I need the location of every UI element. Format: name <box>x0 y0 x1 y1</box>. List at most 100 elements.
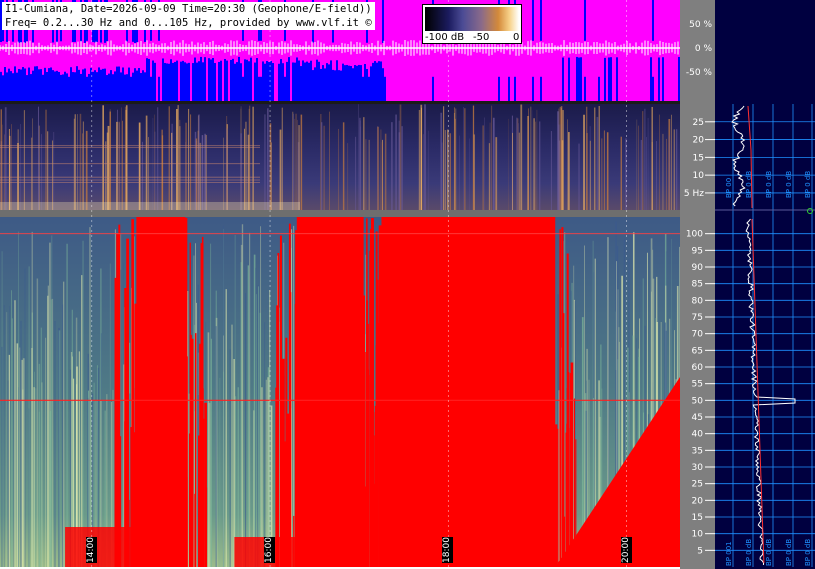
waveform-bar <box>8 68 10 101</box>
waveform-bar <box>532 76 534 101</box>
waveform-bar <box>278 63 280 101</box>
high-tick-label: 55 <box>692 380 703 390</box>
waveform-bar <box>360 65 362 101</box>
low-tick-label: 10 <box>693 171 705 181</box>
waveform-bar <box>382 0 384 43</box>
waveform-bar <box>118 66 120 101</box>
waveform-bar <box>308 62 310 101</box>
colorbar: -100 dB -50 0 <box>422 4 522 44</box>
high-tick-label: 15 <box>692 513 703 523</box>
waveform-bar <box>72 72 74 101</box>
waveform-tick-label: 0 % <box>695 44 713 54</box>
waveform-bar <box>146 58 148 101</box>
waveform-bar <box>204 57 206 101</box>
waveform-bar <box>102 68 104 101</box>
high-tick-label: 40 <box>692 430 704 440</box>
waveform-bar <box>232 58 234 101</box>
waveform-bar <box>372 62 374 101</box>
waveform-bar <box>540 76 542 101</box>
waveform-tick-label: 50 % <box>689 20 712 30</box>
time-label: 16:00 <box>264 537 276 563</box>
saturated-region <box>296 217 364 567</box>
waveform-bar <box>164 62 166 101</box>
high-tick-label: 75 <box>692 313 703 323</box>
waveform-bar <box>168 63 170 101</box>
waveform-bar <box>88 73 90 101</box>
high-tick-label: 90 <box>692 263 704 273</box>
waveform-bar <box>362 76 364 101</box>
waveform-bar <box>320 68 322 101</box>
waveform-bar <box>84 68 86 101</box>
waveform-bar <box>332 69 334 101</box>
waveform-bar <box>50 67 52 101</box>
panel-divider <box>0 210 680 217</box>
profile-bp-label: BP 0 dB <box>785 539 793 566</box>
waveform-bar <box>46 72 48 101</box>
profile-bp-label: BP 0 dB <box>765 171 773 198</box>
waveform-bar <box>52 70 54 101</box>
waveform-bar <box>318 61 320 101</box>
waveform-bar <box>370 66 372 101</box>
waveform-bar <box>66 73 68 101</box>
waveform-bar <box>268 62 270 101</box>
waveform-bar <box>212 58 214 101</box>
waveform-bar <box>172 62 174 101</box>
waveform-bar <box>652 0 654 41</box>
waveform-bar <box>218 61 220 101</box>
high-tick-label: 45 <box>692 413 703 423</box>
waveform-bar <box>148 58 150 101</box>
high-tick-label: 85 <box>692 280 703 290</box>
waveform-bar <box>304 62 306 101</box>
waveform-bar <box>180 61 182 101</box>
waveform-bar <box>224 58 226 101</box>
waveform-bar <box>38 69 40 101</box>
waveform-bar <box>108 73 110 101</box>
waveform-bar <box>114 71 116 101</box>
time-label: 18:00 <box>442 537 454 563</box>
waveform-bar <box>310 60 312 101</box>
waveform-bar <box>374 61 376 101</box>
waveform-bar <box>100 69 102 101</box>
saturated-floor <box>65 527 137 567</box>
waveform-bar <box>324 68 326 101</box>
colorbar-label-min: -100 dB <box>425 32 465 43</box>
waveform-bar <box>288 57 290 101</box>
waveform-bar <box>266 60 268 101</box>
profile-bp-label: BP 0 dB <box>745 539 753 566</box>
waveform-bar <box>650 57 652 101</box>
waveform-bar <box>294 62 296 101</box>
low-tick-label: 20 <box>693 136 705 146</box>
waveform-bar <box>254 62 256 101</box>
low-tick-label: 5 Hz <box>684 189 704 199</box>
waveform-bar <box>616 57 618 101</box>
waveform-bar <box>364 63 366 101</box>
high-tick-label: 25 <box>692 480 703 490</box>
waveform-bar <box>16 72 18 101</box>
waveform-bar <box>286 61 288 101</box>
waveform-bar <box>86 76 88 101</box>
waveform-bar <box>22 67 24 101</box>
waveform-bar <box>196 62 198 101</box>
waveform-bar <box>106 75 108 101</box>
waveform-bar <box>262 61 264 101</box>
saturated-region <box>136 217 186 567</box>
waveform-bar <box>344 65 346 101</box>
waveform-bar <box>248 61 250 101</box>
waveform-bar <box>24 68 26 101</box>
waveform-bar <box>194 57 196 101</box>
profile-bp-label: BP 0 dB <box>804 539 812 566</box>
waveform-bar <box>250 57 252 101</box>
waveform-bar <box>184 62 186 101</box>
waveform-bar <box>202 62 204 101</box>
waveform-bar <box>608 57 610 101</box>
low-spectrogram-panel <box>0 104 680 210</box>
colorbar-gradient <box>425 7 519 31</box>
low-spectrogram-background <box>0 104 680 210</box>
waveform-bar <box>120 72 122 101</box>
waveform-bar <box>578 57 580 101</box>
waveform-bar <box>376 62 378 101</box>
waveform-bar <box>92 71 94 101</box>
spectrogram-chart: 50 %0 %-50 % 252015105 Hz 10095908580757… <box>0 0 815 569</box>
waveform-bar <box>336 60 338 101</box>
waveform-bar <box>176 60 178 101</box>
